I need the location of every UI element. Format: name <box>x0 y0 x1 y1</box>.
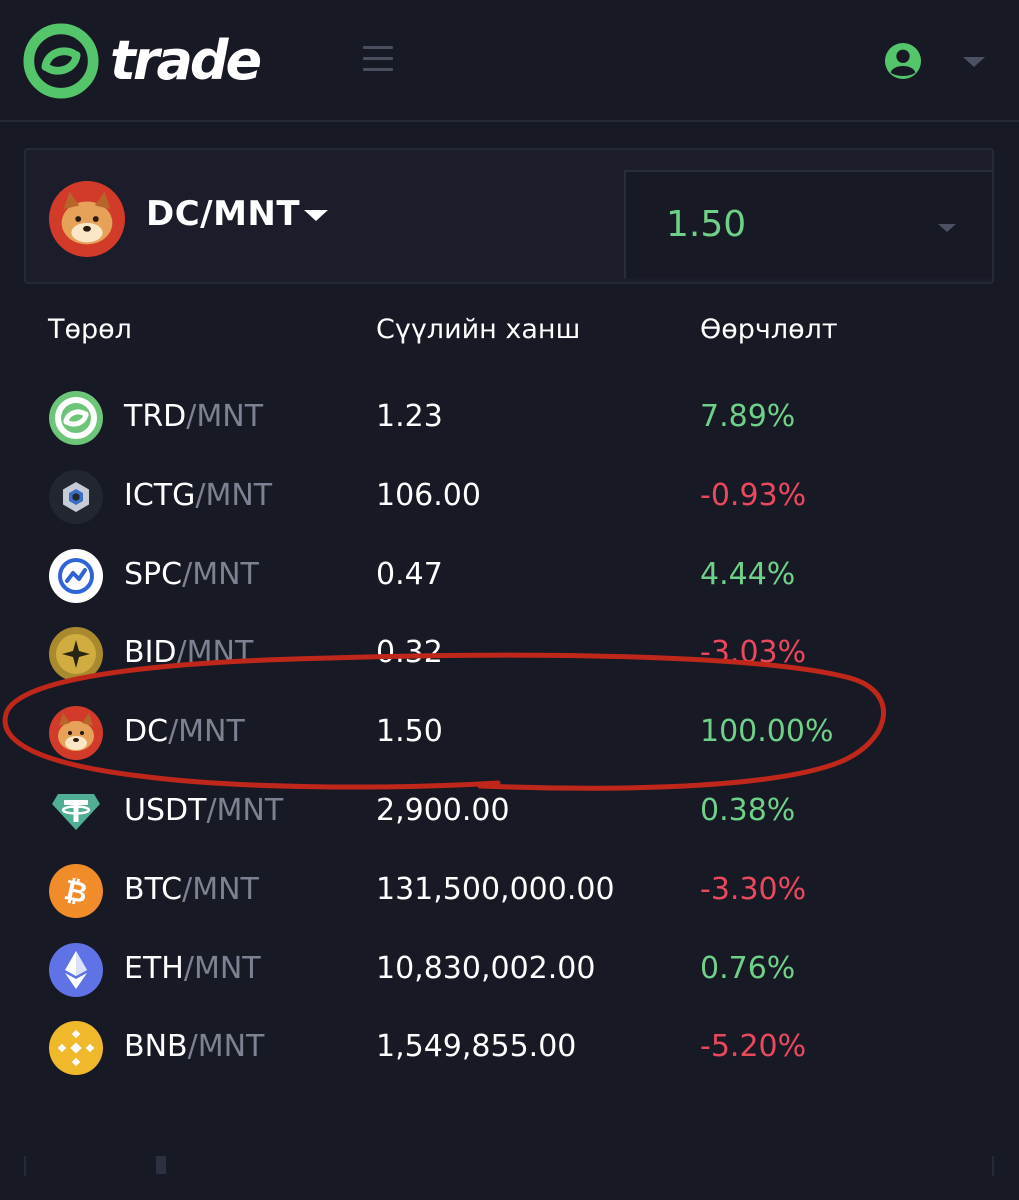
hamburger-menu-icon[interactable] <box>363 46 393 74</box>
current-price-value: 1.50 <box>666 204 747 245</box>
row-quote-symbol: /MNT <box>182 557 259 592</box>
pair-selector-label[interactable]: DC/MNT <box>146 192 300 236</box>
market-row-bid[interactable]: BID/MNT 0.32 -3.03% <box>0 614 1019 692</box>
market-row-dc[interactable]: DC/MNT 1.50 100.00% <box>0 693 1019 771</box>
row-last-price: 0.47 <box>376 557 443 592</box>
bottom-scrollbar[interactable] <box>24 1156 994 1176</box>
row-base-symbol: ETH <box>124 951 184 986</box>
row-pair: TRD/MNT <box>124 396 263 438</box>
market-row-btc[interactable]: ₿ BTC/MNT 131,500,000.00 -3.30% <box>0 851 1019 929</box>
market-row-eth[interactable]: ETH/MNT 10,830,002.00 0.76% <box>0 930 1019 1008</box>
row-pair: ETH/MNT <box>124 948 261 990</box>
row-base-symbol: BTC <box>124 872 183 907</box>
dc-coin-icon <box>49 706 103 760</box>
row-change: -3.30% <box>700 872 807 907</box>
row-change: 0.76% <box>700 951 796 986</box>
row-base-symbol: DC <box>124 714 169 749</box>
row-base-symbol: BNB <box>124 1029 188 1064</box>
bid-coin-icon <box>49 627 103 681</box>
row-quote-symbol: /MNT <box>186 399 264 434</box>
row-quote-symbol: /MNT <box>168 714 245 749</box>
pair-dropdown-caret-icon[interactable] <box>304 210 328 221</box>
row-last-price: 10,830,002.00 <box>376 951 596 986</box>
row-base-symbol: USDT <box>124 793 207 828</box>
row-last-price: 1,549,855.00 <box>376 1029 577 1064</box>
ictg-coin-icon <box>49 470 103 524</box>
bnb-coin-icon <box>49 1021 103 1075</box>
market-row-bnb[interactable]: BNB/MNT 1,549,855.00 -5.20% <box>0 1008 1019 1086</box>
pair-selector-panel: DC/MNT 1.50 <box>24 148 994 284</box>
column-header-type[interactable]: Төрөл <box>48 310 132 350</box>
user-account-icon[interactable] <box>884 42 922 80</box>
btc-coin-icon: ₿ <box>49 864 103 918</box>
row-change: -0.93% <box>700 478 807 513</box>
row-quote-symbol: /MNT <box>195 478 273 513</box>
row-quote-symbol: /MNT <box>182 872 259 907</box>
row-last-price: 2,900.00 <box>376 793 510 828</box>
dc-coin-icon <box>48 180 126 258</box>
top-nav: trade <box>0 0 1019 122</box>
row-pair: USDT/MNT <box>124 790 283 832</box>
row-pair: BNB/MNT <box>124 1026 264 1068</box>
row-quote-symbol: /MNT <box>206 793 284 828</box>
row-change: 100.00% <box>700 714 834 749</box>
row-last-price: 0.32 <box>376 635 443 670</box>
row-change: 0.38% <box>700 793 796 828</box>
trade-logo-icon[interactable] <box>22 22 100 100</box>
row-change: -3.03% <box>700 635 807 670</box>
row-last-price: 131,500,000.00 <box>376 872 615 907</box>
trd-coin-icon <box>49 391 103 445</box>
row-pair: DC/MNT <box>124 711 245 753</box>
row-quote-symbol: /MNT <box>187 1029 265 1064</box>
chevron-down-icon[interactable] <box>963 57 985 67</box>
row-pair: BID/MNT <box>124 632 253 674</box>
row-last-price: 1.50 <box>376 714 443 749</box>
market-row-ictg[interactable]: ICTG/MNT 106.00 -0.93% <box>0 457 1019 535</box>
brand-name[interactable]: trade <box>110 28 262 94</box>
row-base-symbol: BID <box>124 635 177 670</box>
row-base-symbol: ICTG <box>124 478 196 513</box>
market-row-trd[interactable]: TRD/MNT 1.23 7.89% <box>0 378 1019 456</box>
row-change: 7.89% <box>700 399 796 434</box>
chevron-down-icon[interactable] <box>938 224 956 232</box>
market-row-usdt[interactable]: USDT/MNT 2,900.00 0.38% <box>0 772 1019 850</box>
row-change: -5.20% <box>700 1029 807 1064</box>
row-quote-symbol: /MNT <box>183 951 261 986</box>
price-precision-select[interactable]: 1.50 <box>624 170 992 278</box>
market-row-spc[interactable]: SPC/MNT 0.47 4.44% <box>0 536 1019 614</box>
scrollbar-thumb[interactable] <box>156 1156 166 1174</box>
row-last-price: 1.23 <box>376 399 443 434</box>
eth-coin-icon <box>49 943 103 997</box>
row-pair: BTC/MNT <box>124 869 259 911</box>
row-change: 4.44% <box>700 557 796 592</box>
spc-coin-icon <box>49 549 103 603</box>
column-header-change[interactable]: Өөрчлөлт <box>700 310 838 350</box>
usdt-coin-icon <box>52 794 100 830</box>
row-last-price: 106.00 <box>376 478 481 513</box>
row-base-symbol: TRD <box>124 399 187 434</box>
row-base-symbol: SPC <box>124 557 183 592</box>
row-quote-symbol: /MNT <box>176 635 254 670</box>
row-pair: SPC/MNT <box>124 554 259 596</box>
column-header-last-price[interactable]: Сүүлийн ханш <box>376 310 580 350</box>
row-pair: ICTG/MNT <box>124 475 272 517</box>
